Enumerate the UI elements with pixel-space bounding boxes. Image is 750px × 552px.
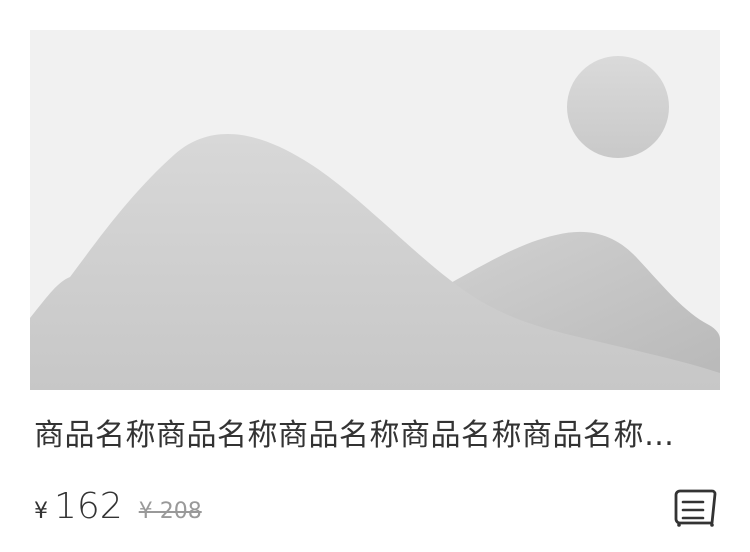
- currency-symbol: ¥: [34, 499, 48, 524]
- product-title[interactable]: 商品名称商品名称商品名称商品名称商品名称商品名称商品名称商品名称: [34, 412, 694, 460]
- original-price: ¥ 208: [138, 499, 202, 524]
- product-image-placeholder[interactable]: [30, 30, 720, 390]
- sun-shape: [567, 56, 669, 158]
- list-action-button[interactable]: [672, 488, 718, 528]
- price-row: ¥ 162 ¥ 208: [34, 486, 202, 534]
- product-card[interactable]: 商品名称商品名称商品名称商品名称商品名称商品名称商品名称商品名称 ¥ 162 ¥…: [0, 0, 750, 552]
- sale-price: 162: [54, 486, 123, 527]
- image-placeholder-icon: [30, 30, 720, 390]
- list-icon: [674, 489, 717, 527]
